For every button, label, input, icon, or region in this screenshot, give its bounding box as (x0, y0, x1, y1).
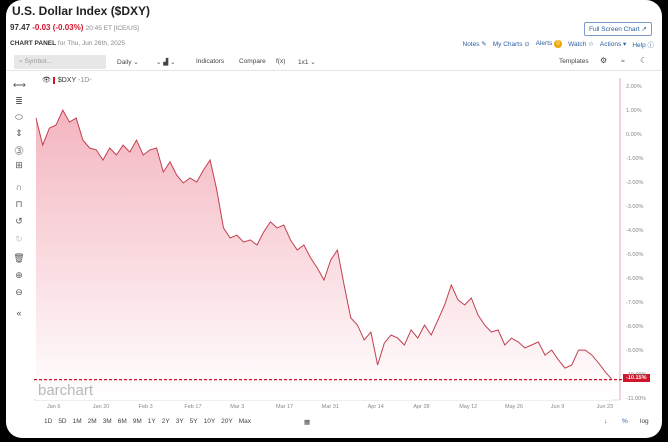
y-tick-label: -5.00% (626, 252, 644, 258)
y-tick-label: -7.00% (626, 300, 644, 306)
range-button-5d[interactable]: 5D (58, 418, 66, 425)
x-tick-label: Mar 3 (230, 404, 245, 410)
barchart-logo: barchart (38, 382, 94, 399)
range-button-9m[interactable]: 9M (133, 418, 142, 425)
y-tick-label: 0.00% (626, 132, 642, 138)
x-tick-label: Apr 14 (367, 404, 384, 410)
calendar-icon[interactable]: ▦ (304, 418, 310, 426)
y-tick-label: -4.00% (626, 228, 644, 234)
x-tick-label: Apr 28 (413, 404, 430, 410)
price-chart[interactable] (6, 0, 662, 438)
x-tick-label: May 12 (459, 404, 478, 410)
range-button-10y[interactable]: 10Y (204, 418, 216, 425)
x-tick-label: Jan 20 (92, 404, 110, 410)
y-tick-label: -1.00% (626, 156, 644, 162)
x-tick-label: Mar 17 (276, 404, 294, 410)
range-button-2y[interactable]: 2Y (162, 418, 170, 425)
y-tick-label: -2.00% (626, 180, 644, 186)
x-tick-label: Jan 6 (47, 404, 61, 410)
range-button-2m[interactable]: 2M (88, 418, 97, 425)
percent-scale-toggle[interactable]: % (622, 418, 628, 425)
range-button-1d[interactable]: 1D (44, 418, 52, 425)
x-tick-label: Jun 9 (550, 404, 565, 410)
x-tick-label: May 26 (505, 404, 524, 410)
log-scale-toggle[interactable]: log (640, 418, 649, 425)
y-tick-label: -11.00% (626, 396, 647, 402)
range-button-20y[interactable]: 20Y (221, 418, 233, 425)
y-tick-label: -10.00% (626, 372, 647, 378)
y-tick-label: -8.00% (626, 324, 644, 330)
y-tick-label: 2.00% (626, 84, 642, 90)
range-button-5y[interactable]: 5Y (190, 418, 198, 425)
range-button-1y[interactable]: 1Y (148, 418, 156, 425)
chart-window: U.S. Dollar Index ($DXY) 97.47 -0.03 (-0… (6, 0, 662, 438)
range-button-6m[interactable]: 6M (118, 418, 127, 425)
x-tick-label: Mar 31 (321, 404, 339, 410)
y-tick-label: 1.00% (626, 108, 642, 114)
x-tick-label: Feb 3 (138, 404, 153, 410)
price-area (36, 110, 612, 400)
y-tick-label: -3.00% (626, 204, 644, 210)
range-button-3m[interactable]: 3M (103, 418, 112, 425)
scroll-down-icon[interactable]: ↓ (604, 418, 607, 425)
range-button-3y[interactable]: 3Y (176, 418, 184, 425)
y-tick-label: -9.00% (626, 348, 644, 354)
range-button-1m[interactable]: 1M (73, 418, 82, 425)
y-tick-label: -6.00% (626, 276, 644, 282)
x-tick-label: Feb 17 (184, 404, 202, 410)
range-button-max[interactable]: Max (239, 418, 251, 425)
x-tick-label: Jun 23 (596, 404, 614, 410)
